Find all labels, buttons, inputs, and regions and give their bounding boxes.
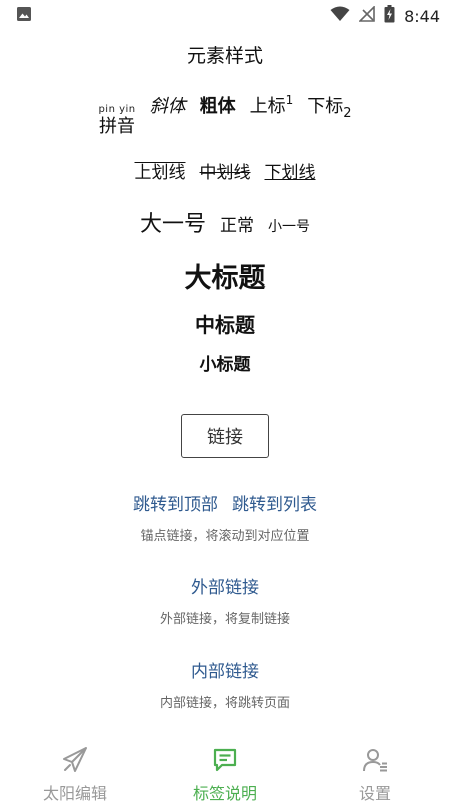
nav-label-tags: 标签说明 [192, 784, 257, 803]
nav-label-editor: 太阳编辑 [42, 784, 107, 803]
status-bar: 8:44 [0, 0, 450, 32]
pinyin-annotation: pin yin [98, 104, 136, 115]
nav-label-settings: 设置 [358, 784, 391, 803]
anchor-links: 跳转到顶部 跳转到列表 [0, 490, 450, 515]
anchor-caption: 锚点链接，将滚动到对应位置 [140, 529, 310, 544]
external-link[interactable]: 外部链接 [191, 578, 259, 598]
size-row: 大一号 正常 小一号 [0, 206, 450, 238]
subscript-mark: 2 [343, 106, 352, 121]
pinyin-base: 拼音 [99, 116, 136, 137]
page-title: 元素样式 [186, 44, 263, 67]
anchor-link-top[interactable]: 跳转到顶部 [133, 490, 218, 515]
size-large-sample: 大一号 [139, 212, 206, 237]
content-area: pin yin 拼音 斜体 粗体 上标1 下标2 上划线 中划线 下划线 大一号… [0, 76, 450, 740]
internal-caption: 内部链接，将跳转页面 [159, 696, 290, 711]
subscript-base: 下标 [307, 96, 344, 117]
underline-sample: 下划线 [264, 163, 316, 183]
link-button[interactable]: 链接 [181, 414, 269, 458]
strikethrough-sample: 中划线 [199, 163, 251, 183]
superscript-mark: 1 [285, 93, 294, 107]
size-normal-sample: 正常 [220, 216, 254, 236]
anchor-link-list[interactable]: 跳转到列表 [232, 490, 317, 515]
message-square-icon [211, 746, 239, 778]
no-signal-icon [358, 5, 375, 26]
heading-small-sample: 小标题 [199, 355, 251, 375]
battery-charging-icon [384, 5, 395, 27]
nav-item-settings[interactable]: 设置 [300, 740, 450, 804]
nav-item-editor[interactable]: 太阳编辑 [0, 740, 150, 804]
gallery-notification-icon [16, 6, 32, 26]
paper-plane-icon [61, 746, 89, 778]
user-settings-icon [361, 746, 389, 778]
pinyin-sample: pin yin 拼音 [98, 104, 135, 138]
heading-medium-sample: 中标题 [195, 313, 255, 337]
nav-item-tags[interactable]: 标签说明 [150, 740, 300, 804]
external-caption: 外部链接，将复制链接 [159, 612, 290, 627]
superscript-sample: 上标1 [250, 92, 294, 118]
size-small-sample: 小一号 [268, 219, 310, 235]
status-time: 8:44 [404, 6, 440, 26]
internal-link[interactable]: 内部链接 [191, 662, 259, 682]
italic-sample: 斜体 [149, 96, 186, 117]
bold-sample: 粗体 [199, 96, 236, 117]
overline-sample: 上划线 [134, 163, 186, 183]
superscript-base: 上标 [249, 96, 286, 117]
bottom-navigation: 太阳编辑 标签说明 设置 [0, 740, 450, 803]
heading-large-sample: 大标题 [184, 263, 266, 294]
decoration-row: 上划线 中划线 下划线 [0, 158, 450, 183]
wifi-icon [330, 6, 350, 26]
subscript-sample: 下标2 [307, 92, 351, 121]
inline-style-row: pin yin 拼音 斜体 粗体 上标1 下标2 [0, 92, 450, 138]
status-icons: 8:44 [330, 5, 440, 27]
